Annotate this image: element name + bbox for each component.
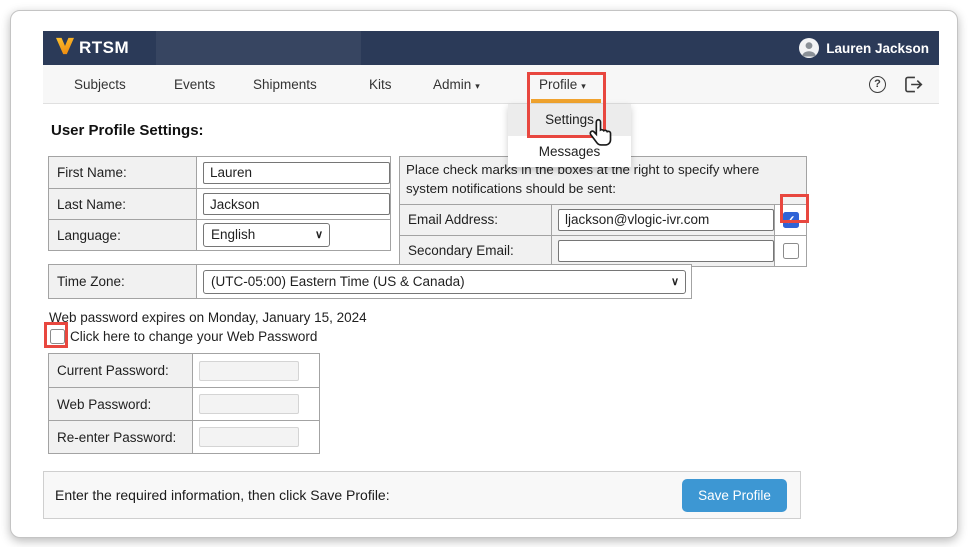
table-row: Language: English ∨ (49, 219, 390, 250)
table-row: First Name: (49, 157, 390, 188)
user-name: Lauren Jackson (826, 41, 929, 56)
footer-instruction: Enter the required information, then cli… (55, 487, 390, 503)
change-password-row: Click here to change your Web Password (50, 327, 317, 345)
help-icon[interactable]: ? (869, 76, 886, 93)
timezone-select[interactable]: (UTC-05:00) Eastern Time (US & Canada) ∨ (203, 270, 686, 294)
table-row: Last Name: (49, 188, 390, 219)
current-password-input[interactable] (199, 361, 299, 381)
first-name-input[interactable] (203, 162, 390, 184)
active-tab-indicator (531, 99, 601, 103)
nav-item-shipments[interactable]: Shipments (253, 65, 317, 104)
language-select-value: English (211, 227, 255, 242)
notifications-panel: Place check marks in the boxes at the ri… (399, 156, 807, 267)
table-row: Secondary Email: (400, 235, 806, 266)
nav-item-profile-label: Profile (539, 77, 577, 92)
header-highlight-strip (156, 31, 361, 65)
email-address-label: Email Address: (400, 205, 552, 235)
reenter-password-label: Re-enter Password: (49, 421, 193, 453)
email-address-input[interactable] (558, 209, 774, 231)
footer-action-bar: Enter the required information, then cli… (43, 471, 801, 519)
logout-icon[interactable] (904, 76, 923, 98)
timezone-select-value: (UTC-05:00) Eastern Time (US & Canada) (211, 274, 465, 289)
chevron-down-icon: ∨ (315, 224, 323, 246)
web-password-label: Web Password: (49, 388, 193, 420)
timezone-table: Time Zone: (UTC-05:00) Eastern Time (US … (48, 264, 692, 299)
table-row: Re-enter Password: (49, 420, 319, 453)
user-avatar-icon (799, 38, 819, 58)
menu-item-messages[interactable]: Messages (508, 136, 631, 167)
email-checkbox-cell: ✓ (774, 205, 806, 235)
table-row: Web Password: (49, 387, 319, 420)
menu-item-settings[interactable]: Settings (508, 104, 631, 136)
last-name-input[interactable] (203, 193, 390, 215)
language-label: Language: (49, 220, 197, 250)
profile-dropdown-menu: Settings Messages (508, 104, 631, 167)
caret-down-icon: ▾ (581, 81, 586, 91)
reenter-password-input[interactable] (199, 427, 299, 447)
table-row: Time Zone: (UTC-05:00) Eastern Time (US … (49, 265, 691, 298)
top-header-bar: RTSM Lauren Jackson (43, 31, 939, 65)
main-navigation: Subjects Events Shipments Kits Admin ▾ Pr… (43, 65, 939, 104)
email-notify-checkbox[interactable]: ✓ (783, 212, 799, 228)
password-fields-table: Current Password: Web Password: Re-enter… (48, 353, 320, 454)
first-name-label: First Name: (49, 157, 197, 188)
current-password-label: Current Password: (49, 354, 193, 387)
secondary-email-input[interactable] (558, 240, 774, 262)
user-menu[interactable]: Lauren Jackson (799, 31, 929, 65)
app-logo-text: RTSM (79, 38, 129, 58)
secondary-notify-checkbox[interactable] (783, 243, 799, 259)
secondary-email-label: Secondary Email: (400, 236, 552, 266)
caret-down-icon: ▾ (475, 81, 480, 91)
password-expiry-text: Web password expires on Monday, January … (49, 310, 367, 325)
chevron-down-icon: ∨ (671, 271, 679, 293)
page-title: User Profile Settings: (51, 122, 204, 139)
table-row: Current Password: (49, 354, 319, 387)
last-name-label: Last Name: (49, 189, 197, 219)
nav-item-events[interactable]: Events (174, 65, 215, 104)
app-logo[interactable]: RTSM (55, 37, 129, 60)
profile-fields-table: First Name: Last Name: Language: English… (48, 156, 391, 251)
table-row: Email Address: ✓ (400, 204, 806, 235)
nav-item-subjects[interactable]: Subjects (74, 65, 126, 104)
web-password-input[interactable] (199, 394, 299, 414)
save-profile-button[interactable]: Save Profile (682, 479, 787, 512)
change-password-label: Click here to change your Web Password (70, 329, 317, 344)
nav-item-admin[interactable]: Admin ▾ (433, 65, 480, 104)
nav-item-admin-label: Admin (433, 77, 471, 92)
secondary-checkbox-cell (774, 236, 806, 266)
language-select[interactable]: English ∨ (203, 223, 330, 247)
nav-item-kits[interactable]: Kits (369, 65, 392, 104)
change-password-checkbox[interactable] (50, 329, 65, 344)
brand-v-icon (55, 37, 75, 60)
app-window: RTSM Lauren Jackson Subjects Events Ship… (10, 10, 958, 538)
timezone-label: Time Zone: (49, 265, 197, 298)
